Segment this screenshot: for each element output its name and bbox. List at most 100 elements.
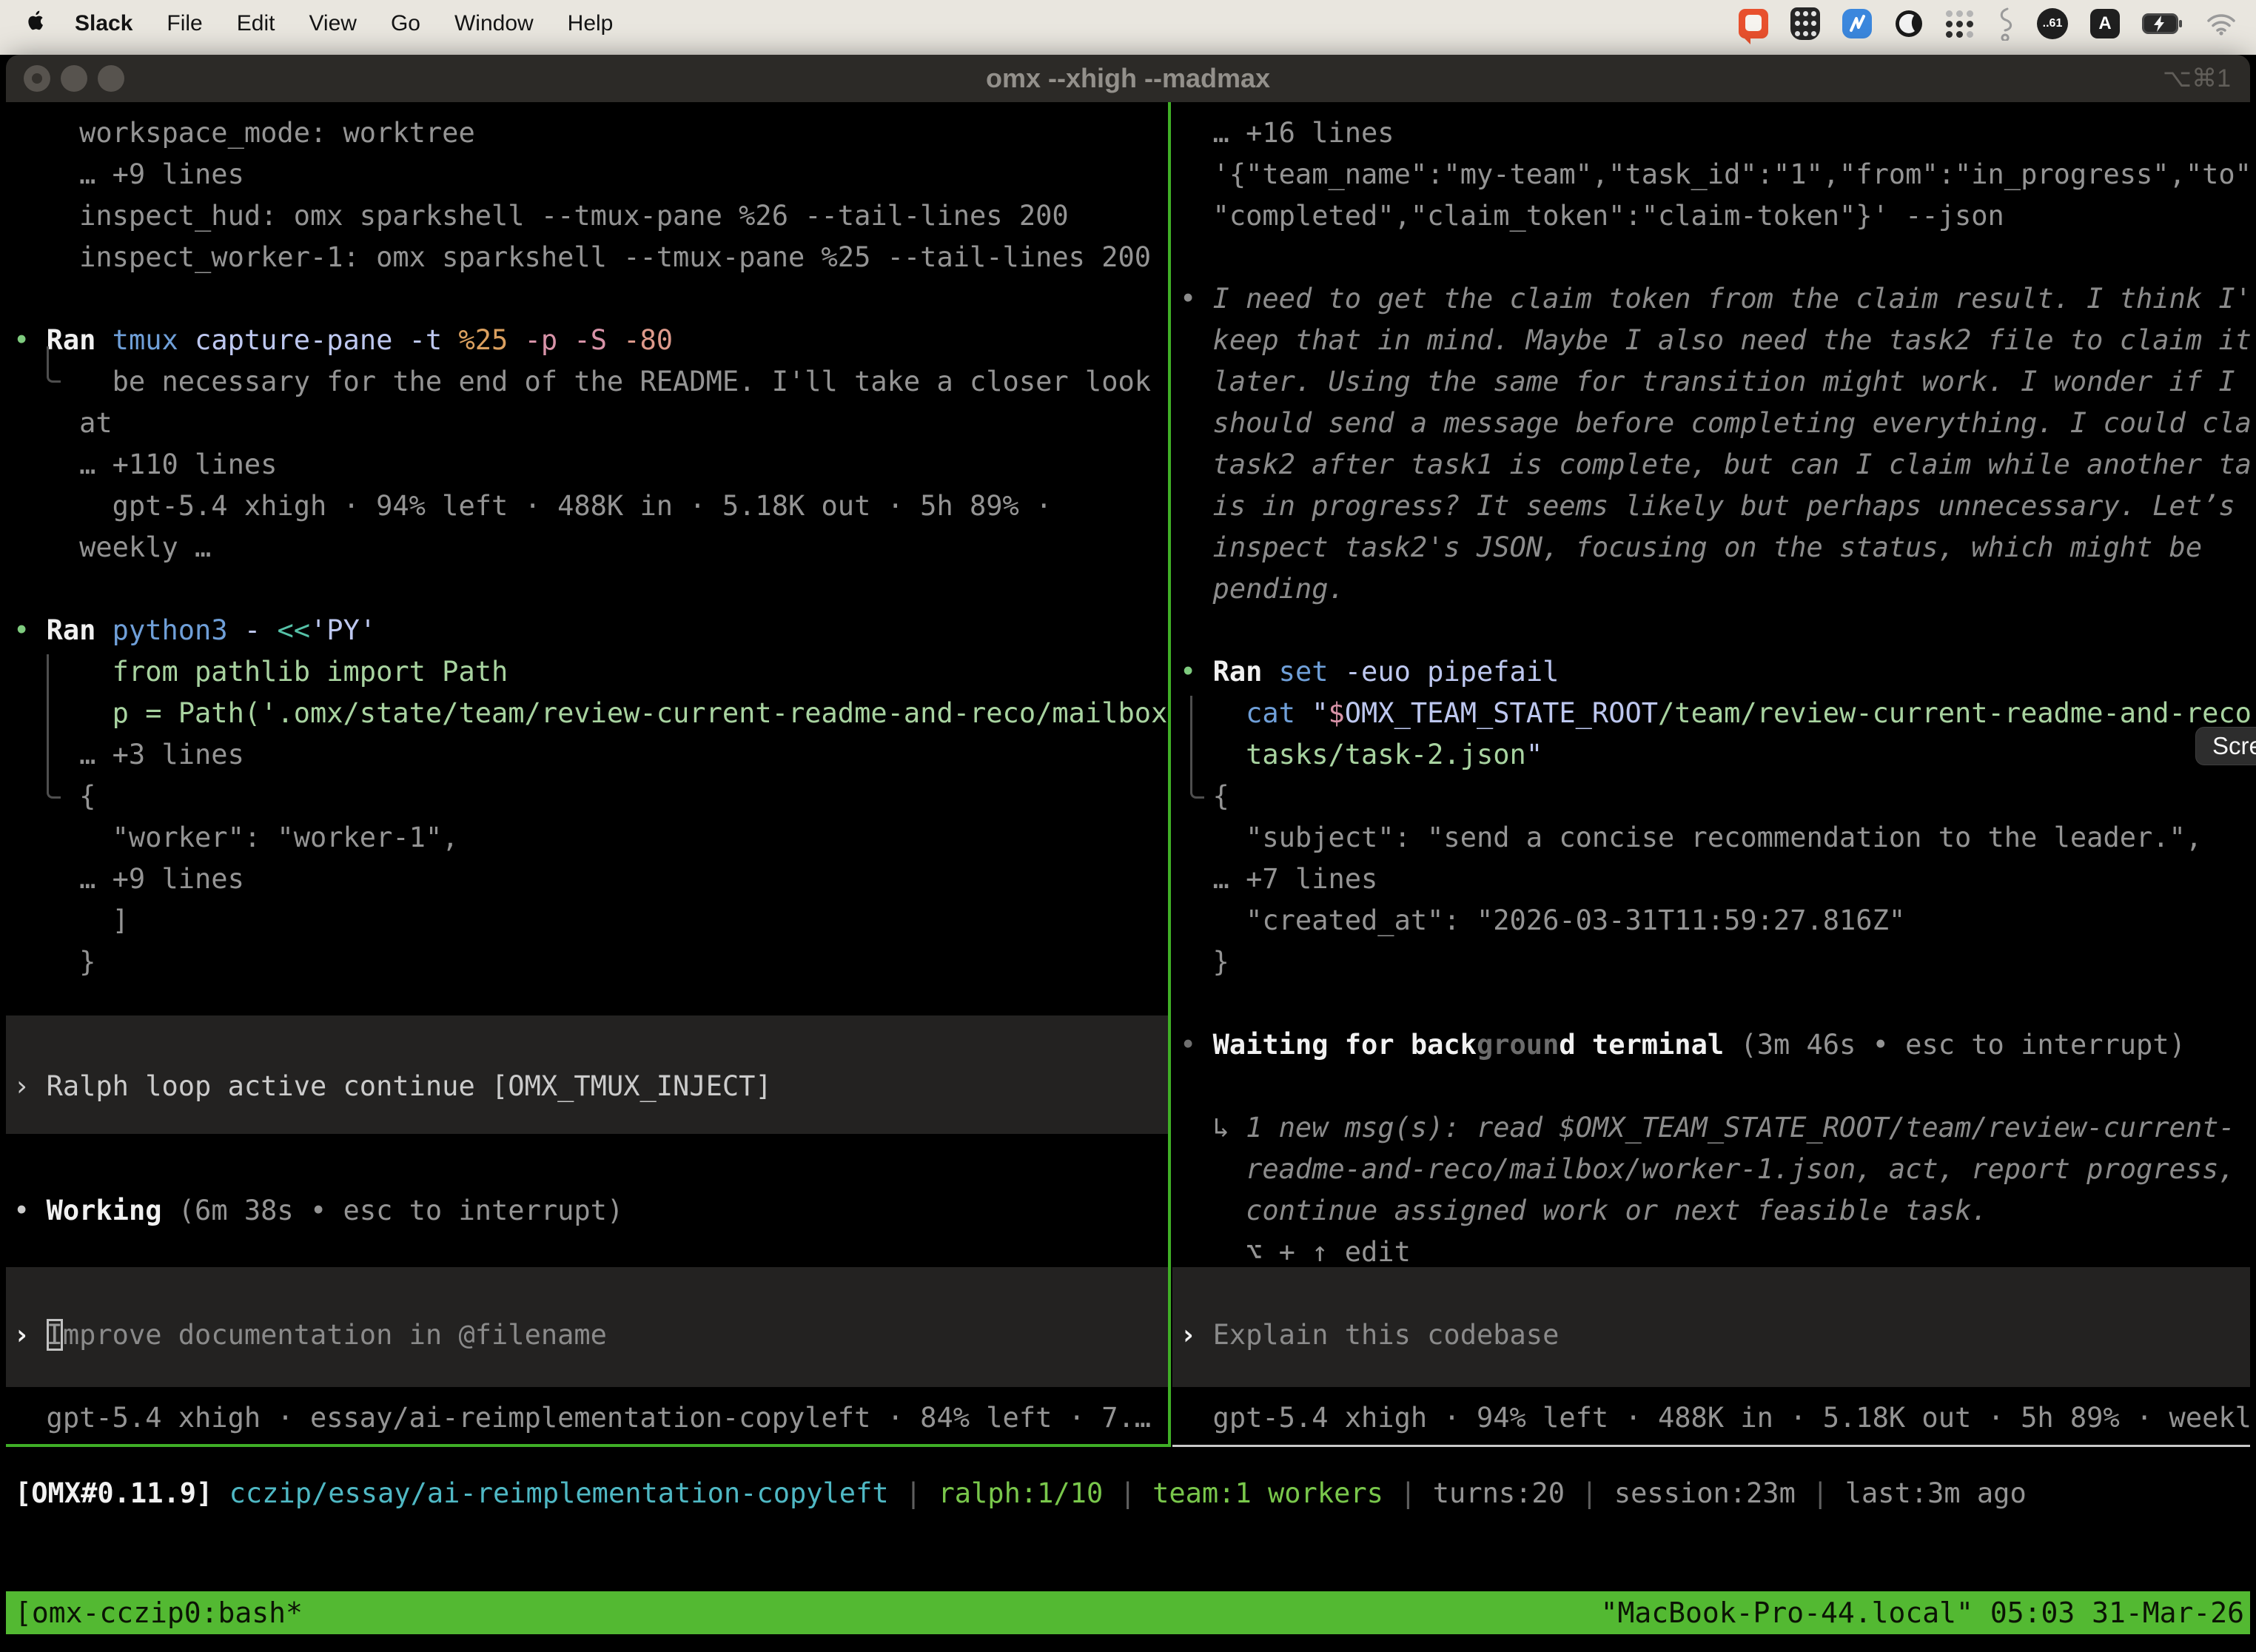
terminal-line: • Ran tmux capture-pane -t %25 -p -S -80	[13, 320, 673, 361]
battery-icon[interactable]	[2142, 13, 2183, 35]
terminal-line: › Ralph loop active continue [OMX_TMUX_I…	[13, 1066, 772, 1107]
squiggle-icon[interactable]	[1995, 7, 2015, 41]
right-pane-bottom-border	[1172, 1445, 2250, 1447]
terminal-line: }	[1180, 941, 1229, 983]
menu-item-slack[interactable]: Slack	[58, 11, 150, 36]
terminal-line: … +9 lines	[13, 859, 244, 900]
tree-guide	[47, 654, 61, 799]
terminal-line: › Explain this codebase	[1180, 1314, 1559, 1356]
menu-item-window[interactable]: Window	[437, 11, 551, 36]
terminal-line: ]	[13, 900, 129, 941]
terminal-line: readme-and-reco/mailbox/worker-1.json, a…	[1180, 1149, 2235, 1190]
terminal-line: "created_at": "2026-03-31T11:59:27.816Z"	[1180, 900, 1905, 941]
terminal-line: {	[1180, 776, 1229, 817]
terminal-line: • Working (6m 38s • esc to interrupt)	[13, 1190, 623, 1232]
tmux-session-label: [omx-cczip0:bash*	[6, 1596, 303, 1629]
apple-icon	[25, 8, 47, 39]
status-segment	[212, 1477, 229, 1509]
pane-divider[interactable]	[1168, 102, 1171, 1447]
menu-item-edit[interactable]: Edit	[220, 11, 292, 36]
window-title: omx --xhigh --madmax	[6, 55, 2250, 102]
terminal-line: p = Path('.omx/state/team/review-current…	[13, 693, 1168, 734]
terminal-line: ↳ 1 new msg(s): read $OMX_TEAM_STATE_ROO…	[1180, 1107, 2235, 1149]
status-segment: [OMX#0.11.9]	[15, 1477, 212, 1509]
status-segment: team:1 workers	[1152, 1477, 1383, 1509]
terminal-line: "subject": "send a concise recommendatio…	[1180, 817, 2202, 859]
status-segment: |	[1796, 1477, 1845, 1509]
status-segment: ralph:1/10	[938, 1477, 1103, 1509]
terminal-line: '{"team_name":"my-team","task_id":"1","f…	[1180, 154, 2250, 195]
menu-item-view[interactable]: View	[292, 11, 373, 36]
omx-status-line: [OMX#0.11.9] cczip/essay/ai-reimplementa…	[15, 1473, 2027, 1514]
window-shortcut-hint: ⌥⌘1	[2163, 55, 2231, 102]
terminal-line: • Ran python3 - <<'PY'	[13, 610, 376, 651]
dialpad-shield-icon[interactable]	[1790, 7, 1820, 40]
terminal-line: gpt-5.4 xhigh · essay/ai-reimplementatio…	[13, 1397, 1151, 1439]
terminal-line: • I need to get the claim token from the…	[1180, 278, 2250, 320]
input-source-icon[interactable]: A	[2090, 9, 2120, 38]
terminal-line: is in progress? It seems likely but perh…	[1180, 486, 2235, 527]
menu-item-file[interactable]: File	[150, 11, 219, 36]
tree-guide	[1190, 696, 1204, 799]
terminal-line: › Improve documentation in @filename	[13, 1314, 607, 1356]
right-pane[interactable]: … +16 lines '{"team_name":"my-team","tas…	[1172, 102, 2250, 1447]
status-segment: |	[1103, 1477, 1152, 1509]
terminal-line: inspect task2's JSON, focusing on the st…	[1180, 527, 2202, 568]
left-pane[interactable]: workspace_mode: worktree … +9 lines insp…	[6, 102, 1168, 1447]
terminal-line: from pathlib import Path	[13, 651, 508, 693]
input-source-label: A	[2098, 13, 2111, 34]
tree-guide	[47, 346, 61, 383]
status-segment: |	[1383, 1477, 1433, 1509]
terminal-line: weekly …	[13, 527, 211, 568]
dots-grid-icon[interactable]	[1946, 10, 1973, 38]
badge-61-label: ..61	[2043, 17, 2063, 30]
terminal-line: … +16 lines	[1180, 113, 1394, 154]
tmux-status-bar[interactable]: [omx-cczip0:bash* "MacBook-Pro-44.local"…	[6, 1591, 2250, 1634]
terminal-line: pending.	[1180, 568, 1345, 610]
menu-status-icons: ..61 A	[1739, 7, 2256, 41]
terminal-line: "worker": "worker-1",	[13, 817, 458, 859]
terminal-line: … +9 lines	[13, 154, 244, 195]
terminal-line: task2 after task1 is complete, but can I…	[1180, 444, 2250, 486]
terminal-line: "completed","claim_token":"claim-token"}…	[1180, 195, 2004, 237]
blue-bolt-app-icon[interactable]	[1842, 9, 1872, 38]
terminal-line: at	[13, 403, 113, 444]
tmux-host-clock: "MacBook-Pro-44.local" 05:03 31-Mar-26	[1601, 1596, 2250, 1629]
menu-bar: Slack File Edit View Go Window Help	[0, 0, 2256, 47]
terminal-line: cat "$OMX_TEAM_STATE_ROOT/team/review-cu…	[1180, 693, 2250, 734]
terminal-line: later. Using the same for transition mig…	[1180, 361, 2235, 403]
terminal-line: inspect_hud: omx sparkshell --tmux-pane …	[13, 195, 1069, 237]
chat-notification-inner	[1745, 15, 1762, 31]
status-segment: cczip/essay/ai-reimplementation-copyleft	[229, 1477, 889, 1509]
screen: Slack File Edit View Go Window Help	[0, 0, 2256, 1652]
chat-notification-icon[interactable]	[1739, 9, 1768, 38]
terminal-line: • Waiting for background terminal (3m 46…	[1180, 1024, 2186, 1066]
moon-icon[interactable]	[1894, 9, 1924, 38]
terminal-line: tasks/task-2.json"	[1180, 734, 1542, 776]
chat-notification-tail	[1742, 36, 1750, 44]
terminal-line: … +7 lines	[1180, 859, 1377, 900]
terminal-line: be necessary for the end of the README. …	[13, 361, 1151, 403]
terminal-line: … +110 lines	[13, 444, 277, 486]
terminal-area: workspace_mode: worktree … +9 lines insp…	[6, 102, 2250, 1447]
menu-item-go[interactable]: Go	[374, 11, 437, 36]
terminal-line: inspect_worker-1: omx sparkshell --tmux-…	[13, 237, 1151, 278]
status-segment: |	[1565, 1477, 1614, 1509]
terminal-line: • Ran set -euo pipefail	[1180, 651, 1559, 693]
terminal-line: keep that in mind. Maybe I also need the…	[1180, 320, 2250, 361]
terminal-line: workspace_mode: worktree	[13, 113, 475, 154]
wifi-icon[interactable]	[2206, 12, 2237, 36]
terminal-line: continue assigned work or next feasible …	[1180, 1190, 1988, 1232]
screen-share-notification[interactable]: Scre	[2195, 727, 2256, 765]
status-segment: session:23m	[1614, 1477, 1796, 1509]
terminal-line: should send a message before completing …	[1180, 403, 2250, 444]
terminal-line: }	[13, 941, 95, 983]
badge-61-icon[interactable]: ..61	[2037, 8, 2068, 39]
window-title-bar[interactable]: omx --xhigh --madmax ⌥⌘1	[6, 55, 2250, 102]
status-segment: last:3m ago	[1845, 1477, 2027, 1509]
status-segment: |	[889, 1477, 939, 1509]
apple-menu[interactable]	[0, 8, 58, 39]
menu-item-help[interactable]: Help	[551, 11, 631, 36]
left-pane-bottom-border	[6, 1444, 1168, 1447]
terminal-line: gpt-5.4 xhigh · 94% left · 488K in · 5.1…	[13, 486, 1052, 527]
